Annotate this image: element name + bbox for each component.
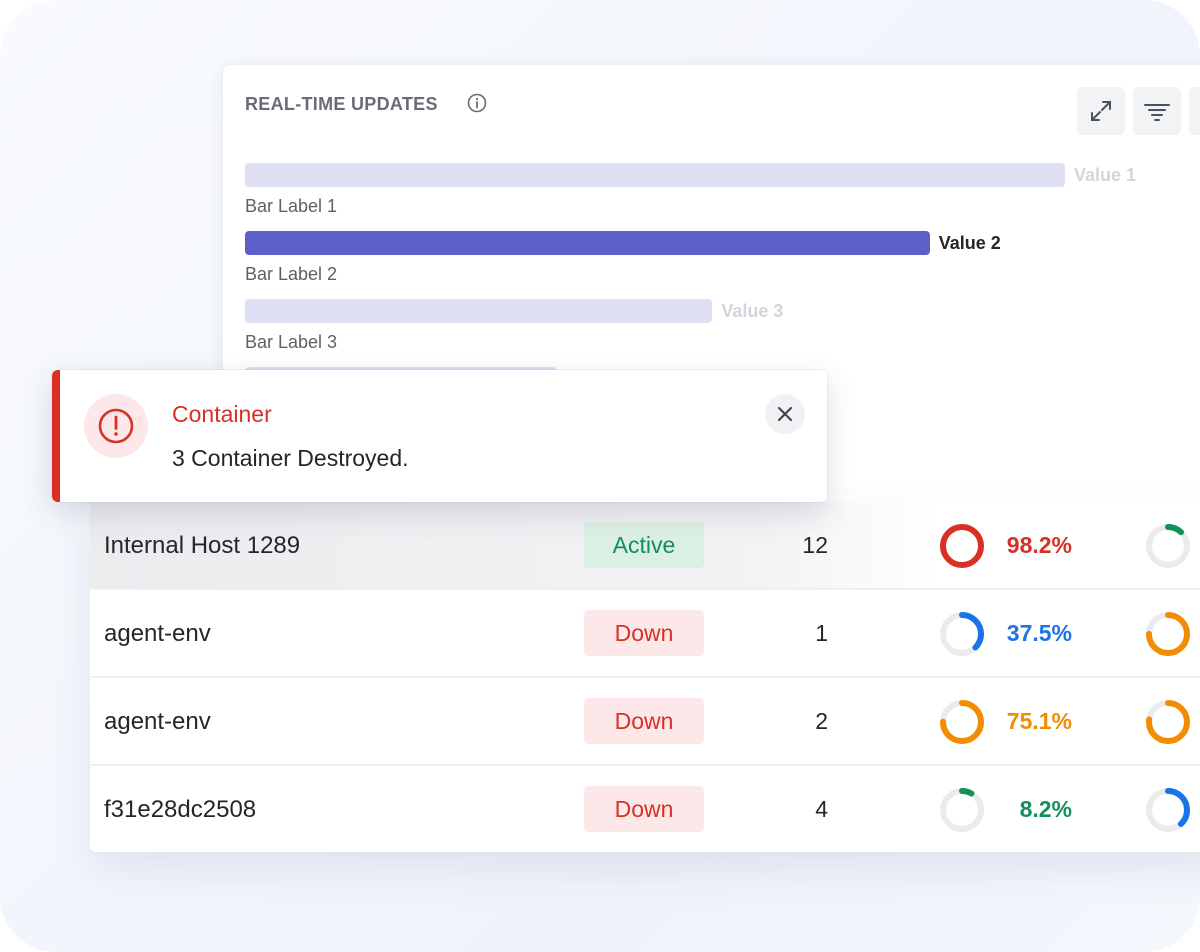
container-count: 12: [802, 532, 828, 558]
status-badge: Active: [584, 522, 704, 568]
table-row[interactable]: agent-env Down 2 75.1%: [90, 678, 1200, 766]
cpu-percentage: 98.2%: [1006, 532, 1072, 558]
close-icon: [778, 407, 792, 421]
bar[interactable]: [245, 299, 713, 323]
memory-donut: [1146, 524, 1190, 568]
card-title: REAL-TIME UPDATES: [245, 94, 438, 114]
cpu-percentage: 75.1%: [1006, 708, 1072, 734]
table-row[interactable]: Internal Host 1289 Active 12 98.2%: [90, 502, 1200, 590]
memory-donut: [1146, 788, 1190, 832]
filter-icon: [1144, 104, 1170, 121]
status-badge: Down: [584, 610, 704, 656]
table-row[interactable]: f31e28dc2508 Down 4 8.2%: [90, 766, 1200, 854]
cpu-donut: [940, 612, 984, 656]
container-count: 2: [815, 708, 828, 734]
toast-title: Container: [172, 401, 272, 427]
cpu-donut: [940, 524, 984, 568]
host-name: Internal Host 1289: [104, 532, 301, 559]
cpu-percentage: 8.2%: [1019, 796, 1072, 822]
bar-category-label: Bar Label 1: [245, 196, 338, 216]
error-toast: Container 3 Container Destroyed.: [52, 370, 827, 502]
toast-message: 3 Container Destroyed.: [172, 445, 409, 471]
cpu-donut-arc: [940, 524, 984, 568]
status-badge: Down: [584, 698, 704, 744]
more-button[interactable]: [1189, 87, 1200, 135]
toast-close-button[interactable]: [765, 394, 805, 434]
host-name: f31e28dc2508: [104, 796, 257, 823]
host-name: agent-env: [104, 620, 211, 647]
expand-button[interactable]: [1077, 87, 1125, 135]
container-table: Internal Host 1289 Active 12 98.2% agent-env…: [90, 502, 1200, 852]
bar-value-label: Value 3: [721, 301, 784, 321]
cpu-percentage: 37.5%: [1006, 620, 1072, 646]
expand-icon: [1091, 101, 1111, 121]
bar-category-label: Bar Label 2: [245, 264, 338, 284]
bar[interactable]: [245, 163, 1065, 187]
bar-value-label: Value 1: [1074, 165, 1137, 185]
bar-category-label: Bar Label 3: [245, 332, 338, 352]
bar[interactable]: [245, 231, 930, 255]
container-count: 1: [815, 620, 828, 646]
info-icon[interactable]: [467, 93, 487, 113]
host-name: agent-env: [104, 708, 211, 735]
table-row[interactable]: agent-env Down 1 37.5%: [90, 590, 1200, 678]
memory-donut: [1146, 612, 1190, 656]
filter-button[interactable]: [1133, 87, 1181, 135]
memory-donut: [1146, 700, 1190, 744]
bar-value-label: Value 2: [938, 233, 1001, 253]
toast-icon-badge: [84, 394, 148, 458]
status-badge: Down: [584, 786, 704, 832]
cpu-donut: [940, 788, 984, 832]
container-count: 4: [815, 796, 828, 822]
alert-circle-icon: [98, 408, 134, 444]
cpu-donut: [940, 700, 984, 744]
